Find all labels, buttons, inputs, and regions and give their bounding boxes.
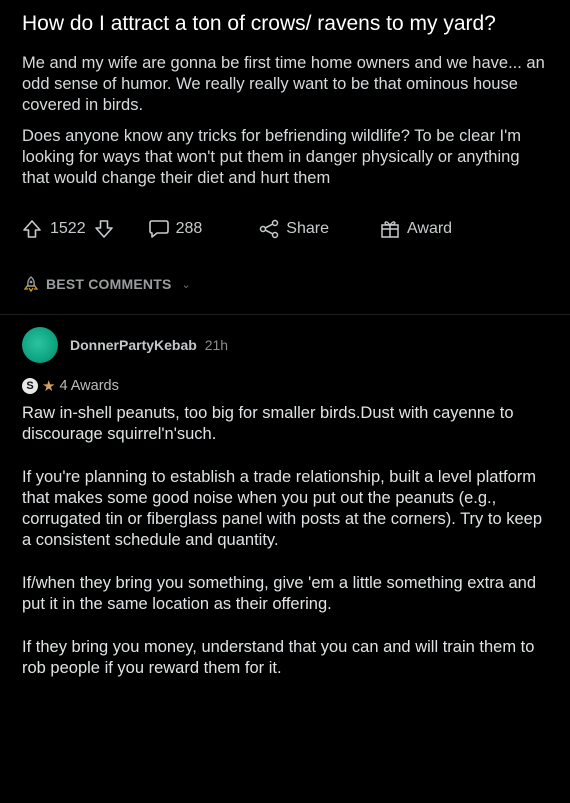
vote-count: 1522 [50, 220, 86, 237]
comment-header: DonnerPartyKebab 21h [22, 327, 548, 363]
post-title: How do I attract a ton of crows/ ravens … [22, 12, 496, 35]
post-paragraph: Me and my wife are gonna be first time h… [22, 54, 545, 114]
comment-age: 21h [204, 337, 229, 353]
vote-control: 1522 [22, 219, 114, 239]
comment-username[interactable]: DonnerPartyKebab 21h [70, 337, 228, 353]
post: How do I attract a ton of crows/ ravens … [0, 0, 570, 679]
wholesome-award-icon: ★ [42, 378, 56, 395]
share-button[interactable]: Share [258, 219, 329, 239]
sort-label: BEST COMMENTS [46, 276, 172, 292]
comment-body: Raw in-shell peanuts, too big for smalle… [22, 403, 548, 679]
post-body: Me and my wife are gonna be first time h… [22, 53, 548, 189]
comment-paragraph: If they bring you money, understand that… [22, 638, 535, 677]
arrow-down-icon[interactable] [94, 219, 114, 239]
speech-bubble-icon [148, 219, 170, 239]
rocket-icon [22, 276, 40, 292]
comment-paragraph: If/when they bring you something, give '… [22, 574, 537, 613]
comment: DonnerPartyKebab 21h S ★ 4 Awards Raw in… [22, 315, 548, 679]
share-icon [258, 219, 280, 239]
post-paragraph: Does anyone know any tricks for befriend… [22, 127, 522, 187]
comment-count: 288 [175, 220, 203, 237]
comment-paragraph: If you're planning to establish a trade … [22, 468, 543, 549]
silver-award-icon: S [22, 378, 38, 394]
share-label: Share [286, 220, 329, 237]
comment-paragraph: Raw in-shell peanuts, too big for smalle… [22, 404, 514, 443]
chevron-down-icon: ⌄ [181, 278, 191, 291]
comments-button[interactable]: 288 [148, 219, 203, 239]
award-button[interactable]: Award [379, 219, 452, 239]
avatar[interactable] [22, 327, 58, 363]
arrow-up-icon[interactable] [22, 219, 42, 239]
awards-count: 4 Awards [59, 378, 119, 394]
username-text: DonnerPartyKebab [70, 337, 197, 353]
comment-awards[interactable]: S ★ 4 Awards [22, 377, 548, 395]
award-label: Award [407, 220, 453, 237]
post-actions: 1522 288 Share Award [22, 214, 548, 244]
sort-selector[interactable]: BEST COMMENTS ⌄ [22, 276, 548, 292]
gift-box-icon [379, 219, 401, 239]
